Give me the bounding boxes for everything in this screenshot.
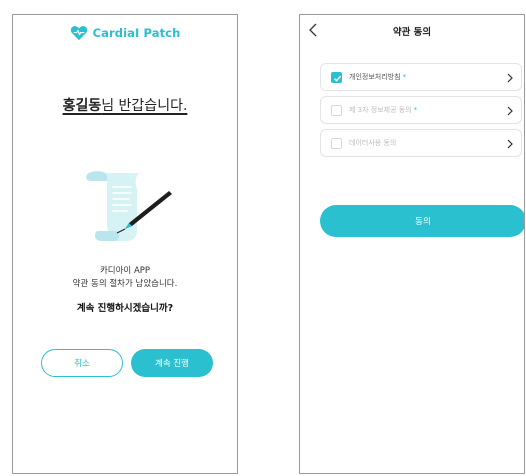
brand-header: CardiaI Patch [13,25,237,41]
heart-logo-icon [70,26,87,41]
chevron-right-icon [507,73,513,83]
brand-name: CardiaI Patch [92,26,181,40]
chevron-right-icon [507,139,513,149]
required-mark: * [413,106,418,114]
required-mark: * [402,73,407,81]
checkbox-privacy[interactable] [331,72,342,83]
chevron-right-icon [507,106,513,116]
terms-item-label: 데이터사용 동의 [349,139,397,147]
description-line-2: 약관 동의 절차가 남았습니다. [72,279,178,289]
terms-item-third-party[interactable]: 제 3자 정보제공 동의 * [320,96,522,124]
terms-list: 개인정보처리방침 * 제 3자 정보제공 동의 * 데이터사용 동의 [320,63,522,162]
terms-item-label: 제 3자 정보제공 동의 [349,106,412,114]
check-icon [334,75,342,82]
checkbox-data-usage[interactable] [331,138,342,149]
greeting-screen: CardiaI Patch 홍길동님 반갑습니다. 카디아이 APP 약관 동의… [12,14,238,474]
greeting-suffix: 님 반갑습니다. [101,98,188,114]
description-line-1: 카디아이 APP [99,266,151,276]
agree-button[interactable]: 동의 [320,205,524,237]
terms-item-label: 개인정보처리방침 [349,73,401,81]
greeting-text: 홍길동님 반갑습니다. [13,95,237,115]
contract-scroll-pen-icon [86,170,172,241]
checkbox-third-party[interactable] [331,105,342,116]
continue-question: 계속 진행하시겠습니까? [76,303,174,314]
terms-item-privacy[interactable]: 개인정보처리방침 * [320,63,522,91]
continue-button[interactable]: 계속 진행 [131,349,213,377]
user-name: 홍길동 [62,98,102,114]
action-buttons: 취소 계속 진행 [41,349,213,377]
page-title: 약관 동의 [392,27,432,38]
terms-agreement-screen: 약관 동의 개인정보처리방침 * 제 3자 정보제공 동의 * 데이터사용 동의 동… [299,14,525,474]
cancel-button[interactable]: 취소 [41,349,123,377]
nav-bar: 약관 동의 [300,15,524,47]
terms-item-data-usage[interactable]: 데이터사용 동의 [320,129,522,157]
